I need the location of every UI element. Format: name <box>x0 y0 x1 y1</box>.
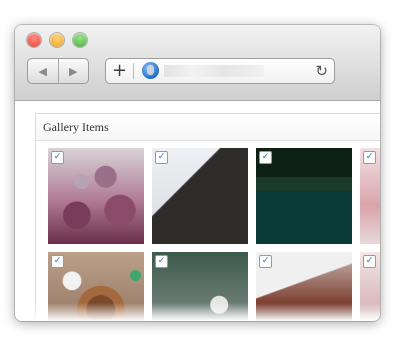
panel-title: Gallery Items <box>36 114 380 141</box>
globe-icon <box>142 62 159 79</box>
url-text[interactable] <box>164 65 264 77</box>
address-bar-divider <box>133 63 134 79</box>
gallery-item[interactable]: ✓ <box>48 148 144 244</box>
back-button[interactable]: ◀ <box>28 59 58 83</box>
page-content: Gallery Items ✓ ✓ ✓ ✓ ✓ ✓ ✓ ✓ <box>15 101 380 321</box>
checkbox-checked[interactable]: ✓ <box>155 151 168 164</box>
window-controls <box>27 33 87 47</box>
address-bar[interactable]: + ↻ <box>105 58 335 84</box>
scroll-fade <box>35 303 380 321</box>
checkbox-checked[interactable]: ✓ <box>259 151 272 164</box>
gallery-grid: ✓ ✓ ✓ ✓ ✓ ✓ ✓ ✓ <box>48 148 380 321</box>
browser-window: ◀ ▶ + ↻ Gallery Items ✓ ✓ ✓ ✓ ✓ ✓ ✓ ✓ <box>15 25 380 321</box>
checkbox-checked[interactable]: ✓ <box>51 255 64 268</box>
minimize-window-button[interactable] <box>50 33 64 47</box>
gallery-panel: Gallery Items ✓ ✓ ✓ ✓ ✓ ✓ ✓ ✓ <box>35 113 380 321</box>
forward-button[interactable]: ▶ <box>57 59 89 83</box>
zoom-window-button[interactable] <box>73 33 87 47</box>
forward-arrow-icon: ▶ <box>69 64 78 78</box>
browser-toolbar: ◀ ▶ + ↻ <box>15 25 380 101</box>
add-bookmark-button[interactable]: + <box>112 60 127 82</box>
reload-button[interactable]: ↻ <box>315 60 328 82</box>
checkbox-checked[interactable]: ✓ <box>155 255 168 268</box>
checkbox-checked[interactable]: ✓ <box>363 151 376 164</box>
close-window-button[interactable] <box>27 33 41 47</box>
gallery-item[interactable]: ✓ <box>256 148 352 244</box>
gallery-item[interactable]: ✓ <box>360 148 380 244</box>
status-dot <box>130 270 141 281</box>
reload-icon: ↻ <box>315 62 328 80</box>
checkbox-checked[interactable]: ✓ <box>259 255 272 268</box>
plus-icon: + <box>112 60 128 81</box>
gallery-item[interactable]: ✓ <box>152 148 248 244</box>
navigation-buttons: ◀ ▶ <box>27 58 89 84</box>
back-arrow-icon: ◀ <box>38 64 47 78</box>
checkbox-checked[interactable]: ✓ <box>51 151 64 164</box>
checkbox-checked[interactable]: ✓ <box>363 255 376 268</box>
